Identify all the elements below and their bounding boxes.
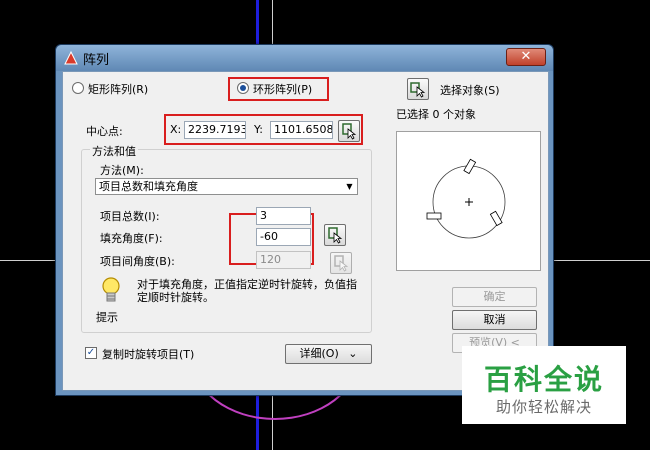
dialog-body: 矩形阵列(R) 环形阵列(P) 选择对象(S) 已选择 0 个对象 中心点: X… [62, 71, 549, 391]
center-x-label: X: [170, 123, 182, 136]
close-button[interactable]: ✕ [506, 48, 546, 66]
watermark-title: 百科全说 [483, 363, 604, 396]
dropdown-arrow-icon: ▼ [346, 182, 353, 191]
details-label: 详细(O) [299, 347, 339, 360]
center-y-label: Y: [254, 123, 263, 136]
pick-point-icon [342, 123, 357, 140]
polar-array-radio[interactable] [237, 82, 249, 94]
rotate-items-checkbox[interactable]: ✓ [85, 347, 97, 359]
watermark: 百科全说 助你轻松解决 [462, 346, 626, 424]
rotate-items-label[interactable]: 复制时旋转项目(T) [102, 346, 194, 362]
chevron-down-icon: ⌄ [348, 347, 358, 360]
dialog-title: 阵列 [83, 53, 110, 68]
method-dropdown-value: 项目总数和填充角度 [99, 180, 198, 193]
ok-button[interactable]: 确定 [452, 287, 537, 307]
center-y-field[interactable]: 1101.6508 [270, 121, 333, 139]
selected-count-text: 已选择 0 个对象 [396, 108, 476, 121]
select-objects-button[interactable] [407, 78, 429, 100]
lightbulb-icon [102, 277, 120, 302]
method-dropdown[interactable]: 项目总数和填充角度 ▼ [95, 178, 358, 195]
tip-label: 提示 [96, 311, 118, 324]
pick-angle-icon [328, 227, 343, 244]
item-angle-label: 项目间角度(B): [100, 255, 175, 268]
autocad-logo-icon [64, 51, 78, 65]
total-items-label: 项目总数(I): [100, 210, 160, 223]
method-label: 方法(M): [100, 164, 144, 177]
pick-item-angle-button [330, 252, 352, 274]
select-objects-label[interactable]: 选择对象(S) [440, 82, 500, 98]
dialog-titlebar[interactable]: 阵列 ✕ [56, 45, 553, 71]
pick-center-button[interactable] [338, 120, 360, 142]
center-point-label: 中心点: [86, 125, 123, 138]
pick-angle-icon [334, 255, 349, 272]
preview-pane [396, 131, 541, 271]
array-dialog: 阵列 ✕ 矩形阵列(R) 环形阵列(P) 选择对象(S) 已选择 0 个对象 中… [55, 44, 554, 396]
item-angle-field: 120 [256, 251, 311, 269]
details-button[interactable]: 详细(O) ⌄ [285, 344, 372, 364]
polar-array-label[interactable]: 环形阵列(P) [253, 81, 312, 97]
fill-angle-label: 填充角度(F): [100, 232, 163, 245]
total-items-field[interactable]: 3 [256, 207, 311, 225]
polar-array-preview [426, 158, 506, 239]
rect-array-radio[interactable] [72, 82, 84, 94]
select-objects-icon [410, 82, 426, 98]
method-values-legend: 方法和值 [90, 143, 138, 159]
fill-angle-field[interactable]: -60 [256, 228, 311, 246]
pick-fill-angle-button[interactable] [324, 224, 346, 246]
rect-array-label[interactable]: 矩形阵列(R) [88, 81, 148, 97]
tip-text: 对于填充角度，正值指定逆时针旋转，负值指定顺时针旋转。 [137, 278, 357, 304]
center-x-field[interactable]: 2239.7193 [184, 121, 246, 139]
watermark-subtitle: 助你轻松解决 [495, 398, 592, 416]
cancel-button[interactable]: 取消 [452, 310, 537, 330]
